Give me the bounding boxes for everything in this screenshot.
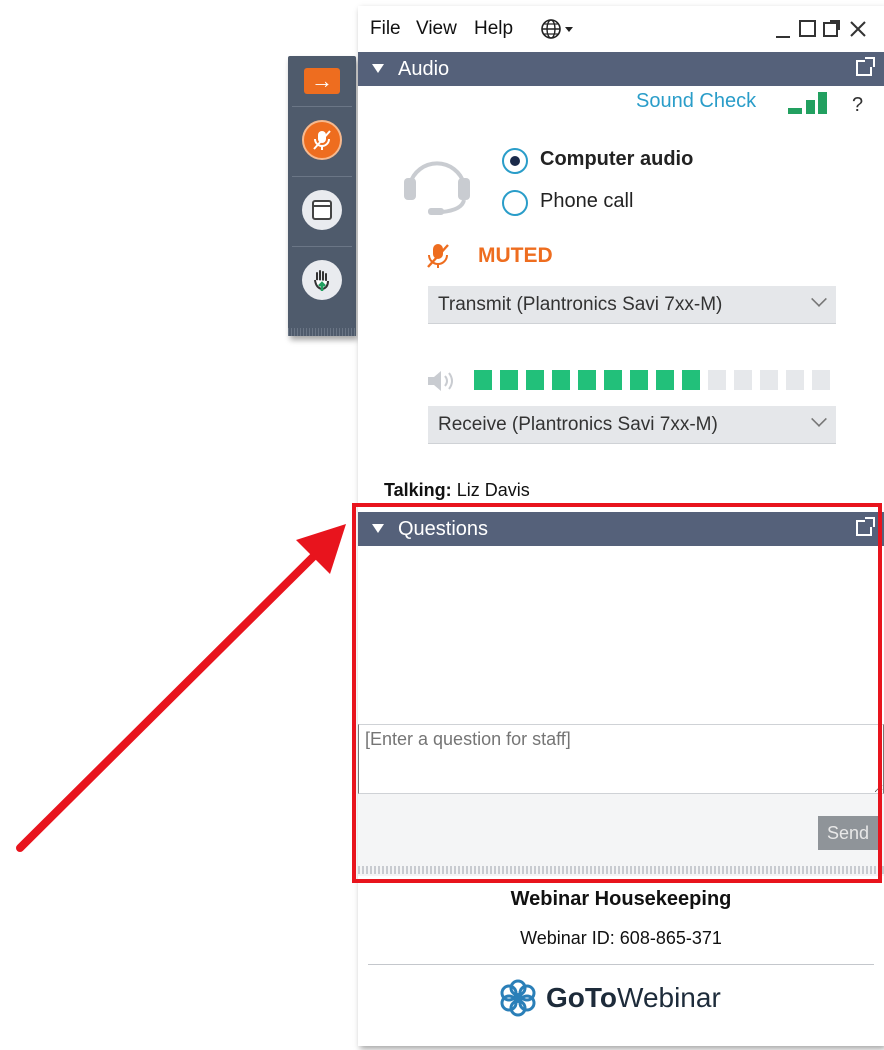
meter-segment [474, 370, 492, 390]
receive-device-select[interactable]: Receive (Plantronics Savi 7xx-M) [428, 406, 836, 444]
toolbar-grip[interactable] [288, 328, 356, 336]
audio-panel-header[interactable]: Audio [358, 52, 884, 86]
meter-segment [526, 370, 544, 390]
muted-mic-icon [313, 130, 331, 150]
toolbar-divider [292, 106, 352, 107]
collapse-triangle-icon [372, 64, 384, 73]
meter-segment [552, 370, 570, 390]
meter-segment [734, 370, 752, 390]
menu-view[interactable]: View [416, 18, 457, 40]
chevron-down-icon [811, 291, 827, 307]
phone-call-radio[interactable] [502, 190, 528, 216]
computer-audio-label[interactable]: Computer audio [540, 148, 693, 171]
meter-segment [812, 370, 830, 390]
transmit-device-select[interactable]: Transmit (Plantronics Savi 7xx-M) [428, 286, 836, 324]
meter-segment [630, 370, 648, 390]
gotowebinar-logo-icon [500, 979, 536, 1017]
meter-segment [578, 370, 596, 390]
arrow-right-icon: → [311, 68, 333, 93]
popout-icon[interactable] [856, 57, 875, 76]
chevron-down-icon [811, 411, 827, 427]
footer-divider [368, 964, 874, 965]
language-menu[interactable] [540, 18, 576, 46]
phone-call-label[interactable]: Phone call [540, 190, 633, 213]
close-button[interactable] [848, 18, 868, 46]
window-icon [312, 200, 332, 220]
transmit-device-value: Transmit (Plantronics Savi 7xx-M) [438, 294, 723, 315]
webinar-id: Webinar ID: 608-865-371 [520, 928, 722, 948]
meter-segment [500, 370, 518, 390]
globe-icon [541, 19, 573, 39]
audio-help-button[interactable]: ? [852, 94, 863, 117]
toolbar-divider [292, 176, 352, 177]
maximize-icon [799, 20, 816, 37]
screen-view-button[interactable] [302, 190, 342, 230]
popout-icon [823, 20, 840, 37]
control-panel-toolbar: → [288, 56, 356, 336]
audio-panel-title: Audio [398, 58, 450, 80]
headset-icon [404, 161, 470, 215]
computer-audio-radio[interactable] [502, 148, 528, 174]
speaker-icon [428, 371, 453, 391]
minimize-icon [776, 36, 790, 38]
mute-toggle-button[interactable] [302, 120, 342, 160]
meter-segment [656, 370, 674, 390]
webinar-title: Webinar Housekeeping [510, 888, 732, 910]
talking-indicator: Talking: Liz Davis [384, 480, 530, 501]
meter-segment [786, 370, 804, 390]
muted-mic-icon [427, 244, 449, 268]
highlight-box [352, 503, 882, 883]
collapse-panel-button[interactable]: → [304, 68, 340, 94]
sound-check-link[interactable]: Sound Check [636, 90, 756, 113]
talking-name: Liz Davis [456, 480, 530, 500]
raise-hand-button[interactable] [302, 260, 342, 300]
minimize-button[interactable] [774, 18, 792, 46]
raise-hand-icon [314, 270, 329, 291]
menu-help[interactable]: Help [474, 18, 513, 40]
toolbar-divider [292, 246, 352, 247]
maximize-button[interactable] [798, 18, 818, 46]
talking-label: Talking: [384, 480, 452, 500]
meter-segment [682, 370, 700, 390]
brand-wordmark: GoToWebinar [546, 982, 721, 1013]
meter-segment [604, 370, 622, 390]
meter-segment [708, 370, 726, 390]
menu-file[interactable]: File [370, 18, 401, 40]
close-icon [850, 21, 866, 37]
mic-status-label: MUTED [478, 244, 553, 267]
receive-device-value: Receive (Plantronics Savi 7xx-M) [438, 414, 718, 435]
signal-strength-icon [788, 92, 838, 114]
meter-segment [760, 370, 778, 390]
menu-bar: File View Help [358, 6, 884, 50]
restore-popout-button[interactable] [822, 18, 842, 46]
gotowebinar-logo: GoToWebinar [498, 976, 721, 1020]
